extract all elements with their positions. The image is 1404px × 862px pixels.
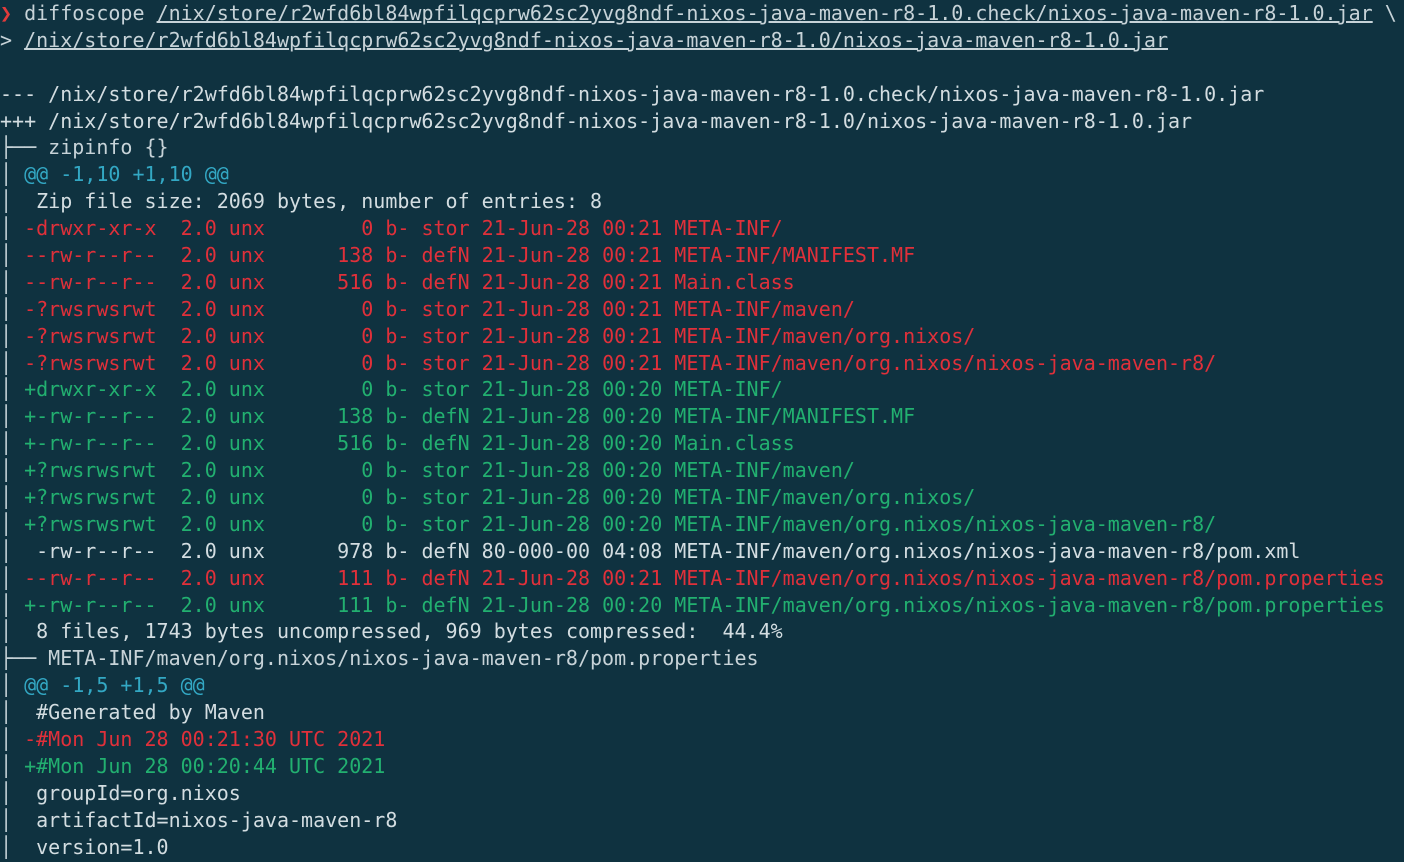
terminal-window[interactable]: ❯ diffoscope /nix/store/r2wfd6bl84wpfilq… — [0, 0, 1404, 862]
tree-gutter: │ — [0, 807, 25, 832]
diff-line-removed: │ --rw-r--r-- 2.0 unx 516 b- defN 21-Jun… — [0, 269, 1404, 296]
diff-line-removed: │ -?rwsrwsrwt 2.0 unx 0 b- stor 21-Jun-2… — [0, 323, 1404, 350]
command-arg-check-jar[interactable]: /nix/store/r2wfd6bl84wpfilqcprw62sc2yvg8… — [157, 1, 1373, 25]
diff-line-text: +?rwsrwsrwt 2.0 unx 0 b- stor 21-Jun-28 … — [24, 511, 1217, 536]
diff-line-plain: +++ /nix/store/r2wfd6bl84wpfilqcprw62sc2… — [0, 108, 1404, 135]
diff-line-plain: --- /nix/store/r2wfd6bl84wpfilqcprw62sc2… — [0, 81, 1404, 108]
tree-gutter: │ — [0, 323, 25, 348]
tree-gutter: │ — [0, 162, 25, 187]
diff-line-text: ├── zipinfo {} — [0, 135, 169, 160]
diff-line-removed: │ -drwxr-xr-x 2.0 unx 0 b- stor 21-Jun-2… — [0, 215, 1404, 242]
tree-gutter: │ — [0, 458, 25, 483]
tree-gutter: │ — [0, 592, 25, 617]
diff-line-text: Zip file size: 2069 bytes, number of ent… — [24, 189, 603, 214]
tree-gutter: │ — [0, 485, 25, 510]
command-name: diffoscope — [24, 1, 145, 25]
diff-line-text: +?rwsrwsrwt 2.0 unx 0 b- stor 21-Jun-28 … — [24, 485, 976, 510]
tree-gutter: │ — [0, 753, 25, 778]
diff-line-text: -drwxr-xr-x 2.0 unx 0 b- stor 21-Jun-28 … — [24, 216, 783, 241]
tree-gutter: │ — [0, 727, 25, 752]
diff-line-hunk: │ @@ -1,10 +1,10 @@ — [0, 161, 1404, 188]
tree-gutter: │ — [0, 619, 25, 644]
diff-line-plain: │ artifactId=nixos-java-maven-r8 — [0, 807, 1404, 834]
diff-line-plain — [0, 54, 1404, 81]
diff-line-text: -?rwsrwsrwt 2.0 unx 0 b- stor 21-Jun-28 … — [24, 323, 976, 348]
diff-line-text: +-rw-r--r-- 2.0 unx 138 b- defN 21-Jun-2… — [24, 404, 916, 429]
tree-gutter: │ — [0, 296, 25, 321]
diff-line-text: +-rw-r--r-- 2.0 unx 516 b- defN 21-Jun-2… — [24, 431, 795, 456]
diff-line-text: +#Mon Jun 28 00:20:44 UTC 2021 — [24, 753, 386, 778]
prompt-symbol: ❯ — [0, 1, 13, 25]
diff-line-removed: │ -?rwsrwsrwt 2.0 unx 0 b- stor 21-Jun-2… — [0, 350, 1404, 377]
diff-line-text: --rw-r--r-- 2.0 unx 138 b- defN 21-Jun-2… — [24, 243, 916, 268]
diff-line-plain: │ groupId=org.nixos — [0, 780, 1404, 807]
diff-line-added: │ +-rw-r--r-- 2.0 unx 516 b- defN 21-Jun… — [0, 430, 1404, 457]
tree-gutter: │ — [0, 350, 25, 375]
tree-gutter: │ — [0, 700, 25, 725]
diff-line-hunk: │ @@ -1,5 +1,5 @@ — [0, 672, 1404, 699]
tree-gutter: │ — [0, 431, 25, 456]
diff-line-plain: │ #Generated by Maven — [0, 699, 1404, 726]
diff-line-text: @@ -1,5 +1,5 @@ — [24, 673, 205, 698]
diff-line-text: -rw-r--r-- 2.0 unx 978 b- defN 80-000-00… — [24, 538, 1301, 563]
diff-line-text: ├── META-INF/maven/org.nixos/nixos-java-… — [0, 646, 759, 671]
tree-gutter: │ — [0, 189, 25, 214]
tree-gutter: │ — [0, 216, 25, 241]
diff-line-removed: │ --rw-r--r-- 2.0 unx 138 b- defN 21-Jun… — [0, 242, 1404, 269]
diff-line-text: artifactId=nixos-java-maven-r8 — [24, 807, 398, 832]
diff-line-added: │ +?rwsrwsrwt 2.0 unx 0 b- stor 21-Jun-2… — [0, 484, 1404, 511]
diff-line-tree: ├── META-INF/maven/org.nixos/nixos-java-… — [0, 645, 1404, 672]
diff-line-text: -?rwsrwsrwt 2.0 unx 0 b- stor 21-Jun-28 … — [24, 350, 1217, 375]
diff-line-added: │ +-rw-r--r-- 2.0 unx 138 b- defN 21-Jun… — [0, 403, 1404, 430]
diff-line-text: #Generated by Maven — [24, 700, 265, 725]
tree-gutter: │ — [0, 269, 25, 294]
command-line-2: > /nix/store/r2wfd6bl84wpfilqcprw62sc2yv… — [0, 27, 1404, 54]
diff-line-text: -#Mon Jun 28 00:21:30 UTC 2021 — [24, 727, 386, 752]
diff-line-plain: │ Zip file size: 2069 bytes, number of e… — [0, 188, 1404, 215]
diff-output: --- /nix/store/r2wfd6bl84wpfilqcprw62sc2… — [0, 54, 1404, 861]
diff-line-added: │ +?rwsrwsrwt 2.0 unx 0 b- stor 21-Jun-2… — [0, 511, 1404, 538]
diff-line-added: │ +-rw-r--r-- 2.0 unx 111 b- defN 21-Jun… — [0, 592, 1404, 619]
diff-line-text: +++ /nix/store/r2wfd6bl84wpfilqcprw62sc2… — [0, 108, 1193, 133]
tree-gutter: │ — [0, 243, 25, 268]
continuation-prompt: > — [0, 27, 13, 52]
diff-line-text: --rw-r--r-- 2.0 unx 516 b- defN 21-Jun-2… — [24, 269, 795, 294]
tree-gutter: │ — [0, 565, 25, 590]
diff-line-text: -?rwsrwsrwt 2.0 unx 0 b- stor 21-Jun-28 … — [24, 296, 855, 321]
diff-line-text: +drwxr-xr-x 2.0 unx 0 b- stor 21-Jun-28 … — [24, 377, 783, 402]
diff-line-tree: ├── zipinfo {} — [0, 134, 1404, 161]
diff-line-text: groupId=org.nixos — [24, 780, 241, 805]
diff-line-added: │ +drwxr-xr-x 2.0 unx 0 b- stor 21-Jun-2… — [0, 376, 1404, 403]
diff-line-text: 8 files, 1743 bytes uncompressed, 969 by… — [24, 619, 783, 644]
tree-gutter: │ — [0, 780, 25, 805]
diff-line-text: --rw-r--r-- 2.0 unx 111 b- defN 21-Jun-2… — [24, 565, 1385, 590]
tree-gutter: │ — [0, 834, 25, 859]
diff-line-plain: │ -rw-r--r-- 2.0 unx 978 b- defN 80-000-… — [0, 538, 1404, 565]
diff-line-plain: │ version=1.0 — [0, 834, 1404, 861]
diff-line-plain: │ 8 files, 1743 bytes uncompressed, 969 … — [0, 618, 1404, 645]
tree-gutter: │ — [0, 511, 25, 536]
diff-line-removed: │ --rw-r--r-- 2.0 unx 111 b- defN 21-Jun… — [0, 565, 1404, 592]
diff-line-added: │ +?rwsrwsrwt 2.0 unx 0 b- stor 21-Jun-2… — [0, 457, 1404, 484]
diff-line-removed: │ -#Mon Jun 28 00:21:30 UTC 2021 — [0, 726, 1404, 753]
tree-gutter: │ — [0, 377, 25, 402]
command-line-1: ❯ diffoscope /nix/store/r2wfd6bl84wpfilq… — [0, 0, 1404, 27]
diff-line-text: +?rwsrwsrwt 2.0 unx 0 b- stor 21-Jun-28 … — [24, 458, 855, 483]
diff-line-added: │ +#Mon Jun 28 00:20:44 UTC 2021 — [0, 753, 1404, 780]
diff-line-removed: │ -?rwsrwsrwt 2.0 unx 0 b- stor 21-Jun-2… — [0, 296, 1404, 323]
diff-line-text: +-rw-r--r-- 2.0 unx 111 b- defN 21-Jun-2… — [24, 592, 1385, 617]
tree-gutter: │ — [0, 404, 25, 429]
command-arg-jar[interactable]: /nix/store/r2wfd6bl84wpfilqcprw62sc2yvg8… — [24, 28, 1168, 52]
diff-line-text: --- /nix/store/r2wfd6bl84wpfilqcprw62sc2… — [0, 81, 1265, 106]
tree-gutter: │ — [0, 673, 25, 698]
line-continuation: \ — [1372, 1, 1397, 25]
diff-line-text: @@ -1,10 +1,10 @@ — [24, 162, 229, 187]
tree-gutter: │ — [0, 538, 25, 563]
diff-line-text: version=1.0 — [24, 834, 169, 859]
